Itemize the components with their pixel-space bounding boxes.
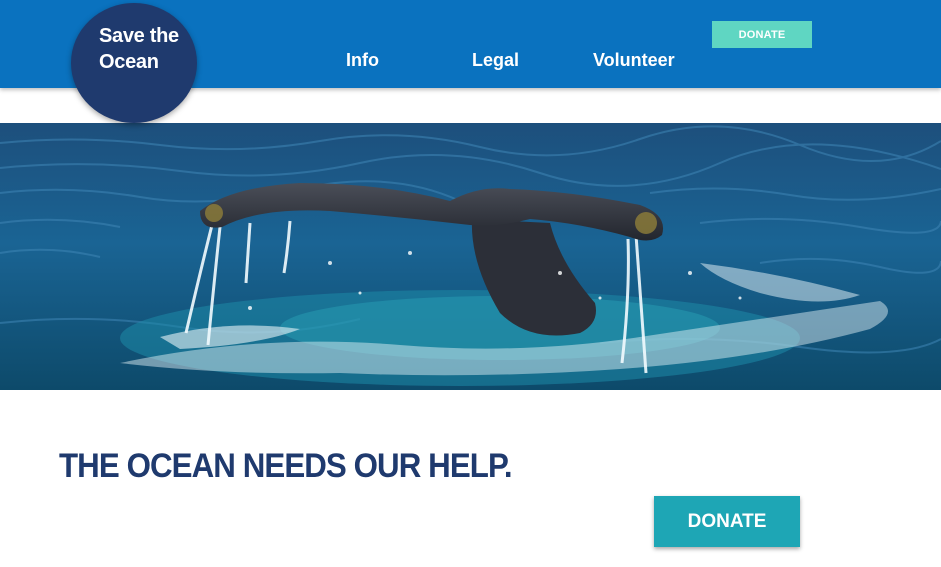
main-donate-button[interactable]: DONATE: [654, 496, 800, 547]
logo-text: Save the Ocean: [99, 25, 179, 73]
nav-link-info[interactable]: Info: [346, 50, 379, 71]
nav-link-legal[interactable]: Legal: [472, 50, 519, 71]
header-donate-button[interactable]: DONATE: [712, 21, 812, 48]
whale-tail-illustration: [0, 123, 941, 390]
nav-link-volunteer[interactable]: Volunteer: [593, 50, 675, 71]
hero-image: [0, 123, 941, 390]
site-logo[interactable]: Save the Ocean: [71, 3, 197, 123]
page-headline: THE OCEAN NEEDS OUR HELP.: [59, 447, 513, 485]
